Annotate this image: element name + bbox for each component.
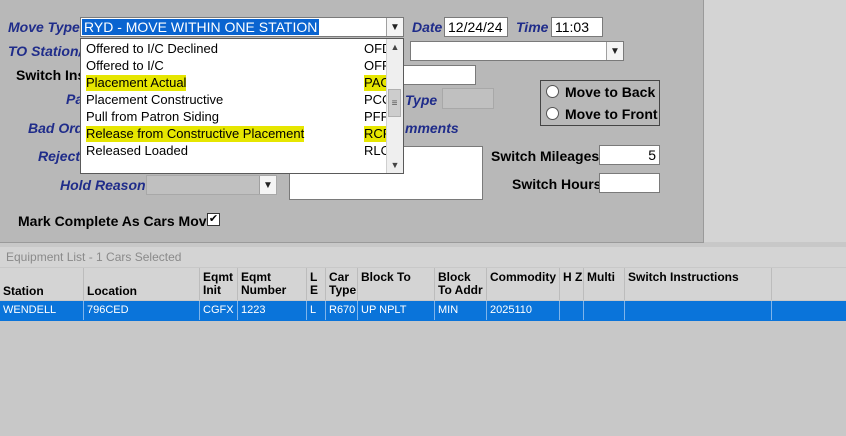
- cell-location[interactable]: 796CED: [84, 301, 200, 320]
- move-form-panel: Move Type RYD - MOVE WITHIN ONE STATION …: [0, 0, 704, 243]
- equipment-list-title: Equipment List - 1 Cars Selected: [6, 250, 182, 264]
- hold-reason-select: ▼: [146, 175, 277, 195]
- cell-block-to-addr[interactable]: MIN: [435, 301, 487, 320]
- comments-label: mments: [405, 120, 459, 136]
- chevron-down-icon[interactable]: ▼: [386, 18, 403, 36]
- date-field[interactable]: 12/24/24: [444, 17, 508, 37]
- move-type-value: RYD - MOVE WITHIN ONE STATION: [82, 19, 320, 35]
- dropdown-option[interactable]: Offered to I/C Declined: [86, 41, 218, 57]
- move-to-front-label[interactable]: Move to Front: [565, 106, 658, 122]
- column-header-block-to-addr[interactable]: Block To Addr: [435, 268, 487, 300]
- cell-block-to[interactable]: UP NPLT: [358, 301, 435, 320]
- switch-hours-label: Switch Hours: [512, 176, 602, 192]
- column-header-eqmt-init[interactable]: Eqmt Init: [200, 268, 238, 300]
- scroll-down-icon[interactable]: ▼: [387, 157, 403, 173]
- scroll-up-icon[interactable]: ▲: [387, 39, 403, 55]
- table-row[interactable]: WENDELL 796CED CGFX 1223 L R670 UP NPLT MIN 2025…: [0, 301, 846, 321]
- move-position-radio-group: Move to Back Move to Front: [540, 80, 660, 126]
- scroll-thumb[interactable]: ≡: [388, 89, 401, 117]
- bad-order-label: Bad Ord: [28, 120, 84, 136]
- cell-station[interactable]: WENDELL: [0, 301, 84, 320]
- mark-complete-checkbox[interactable]: ✔: [207, 213, 220, 226]
- type-label: Type: [405, 92, 438, 108]
- move-to-front-radio[interactable]: [546, 107, 559, 120]
- switch-mileages-field[interactable]: 5: [599, 145, 660, 165]
- chevron-down-icon: ▼: [259, 176, 276, 194]
- cell-commodity[interactable]: 2025110: [487, 301, 560, 320]
- switch-instructions-label: Switch Ins: [16, 67, 86, 83]
- cell-le[interactable]: L: [307, 301, 326, 320]
- cell-eqmt-number[interactable]: 1223: [238, 301, 307, 320]
- move-type-dropdown-list: Offered to I/C Declined OFD Offered to I/C…: [80, 38, 404, 174]
- type-field: [442, 88, 494, 109]
- dropdown-option[interactable]: Released Loaded: [86, 143, 188, 159]
- hold-reason-label: Hold Reason: [60, 177, 146, 193]
- dropdown-option[interactable]: Release from Constructive Placement: [86, 126, 305, 142]
- to-station-select[interactable]: ▼: [410, 41, 624, 61]
- dropdown-option[interactable]: Pull from Patron Siding: [86, 109, 219, 125]
- date-label: Date: [412, 19, 443, 35]
- time-field[interactable]: 11:03: [551, 17, 603, 37]
- column-header-car-type[interactable]: Car Type: [326, 268, 358, 300]
- mark-complete-label: Mark Complete As Cars Move: [18, 213, 215, 229]
- dropdown-scrollbar[interactable]: ▲ ≡ ▼: [386, 39, 403, 173]
- equipment-grid: Station Location Eqmt Init Eqmt Number L E Ca…: [0, 268, 846, 436]
- cell-eqmt-init[interactable]: CGFX: [200, 301, 238, 320]
- equipment-list-title-bar: Equipment List - 1 Cars Selected: [0, 247, 846, 267]
- chevron-down-icon[interactable]: ▼: [606, 42, 623, 60]
- switch-instructions-field[interactable]: [396, 65, 476, 85]
- reject-label: Reject: [38, 148, 81, 164]
- dropdown-option[interactable]: Placement Actual: [86, 75, 187, 91]
- move-type-select[interactable]: RYD - MOVE WITHIN ONE STATION ▼: [80, 17, 404, 37]
- move-type-label: Move Type: [8, 19, 80, 35]
- column-header-eqmt-number[interactable]: Eqmt Number: [238, 268, 307, 300]
- column-header-switch-instructions[interactable]: Switch Instructions: [625, 268, 772, 300]
- switch-mileages-label: Switch Mileages: [491, 148, 600, 164]
- cell-car-type[interactable]: R670: [326, 301, 358, 320]
- cell-switch-instructions[interactable]: [625, 301, 772, 320]
- move-to-back-radio[interactable]: [546, 85, 559, 98]
- equipment-grid-header: Station Location Eqmt Init Eqmt Number L E Ca…: [0, 268, 846, 300]
- column-header-block-to[interactable]: Block To: [358, 268, 435, 300]
- cell-multi[interactable]: [584, 301, 625, 320]
- time-label: Time: [516, 19, 549, 35]
- dropdown-option[interactable]: Offered to I/C: [86, 58, 164, 74]
- column-header-commodity[interactable]: Commodity: [487, 268, 560, 300]
- column-header-location[interactable]: Location: [84, 268, 200, 300]
- column-header-multi[interactable]: Multi: [584, 268, 625, 300]
- right-background-strip: [704, 0, 846, 242]
- dropdown-option[interactable]: Placement Constructive: [86, 92, 223, 108]
- cell-hz[interactable]: [560, 301, 584, 320]
- switch-hours-field[interactable]: [599, 173, 660, 193]
- column-header-station[interactable]: Station: [0, 268, 84, 300]
- column-header-le[interactable]: L E: [307, 268, 326, 300]
- column-header-hz[interactable]: H Z: [560, 268, 584, 300]
- move-to-back-label[interactable]: Move to Back: [565, 84, 655, 100]
